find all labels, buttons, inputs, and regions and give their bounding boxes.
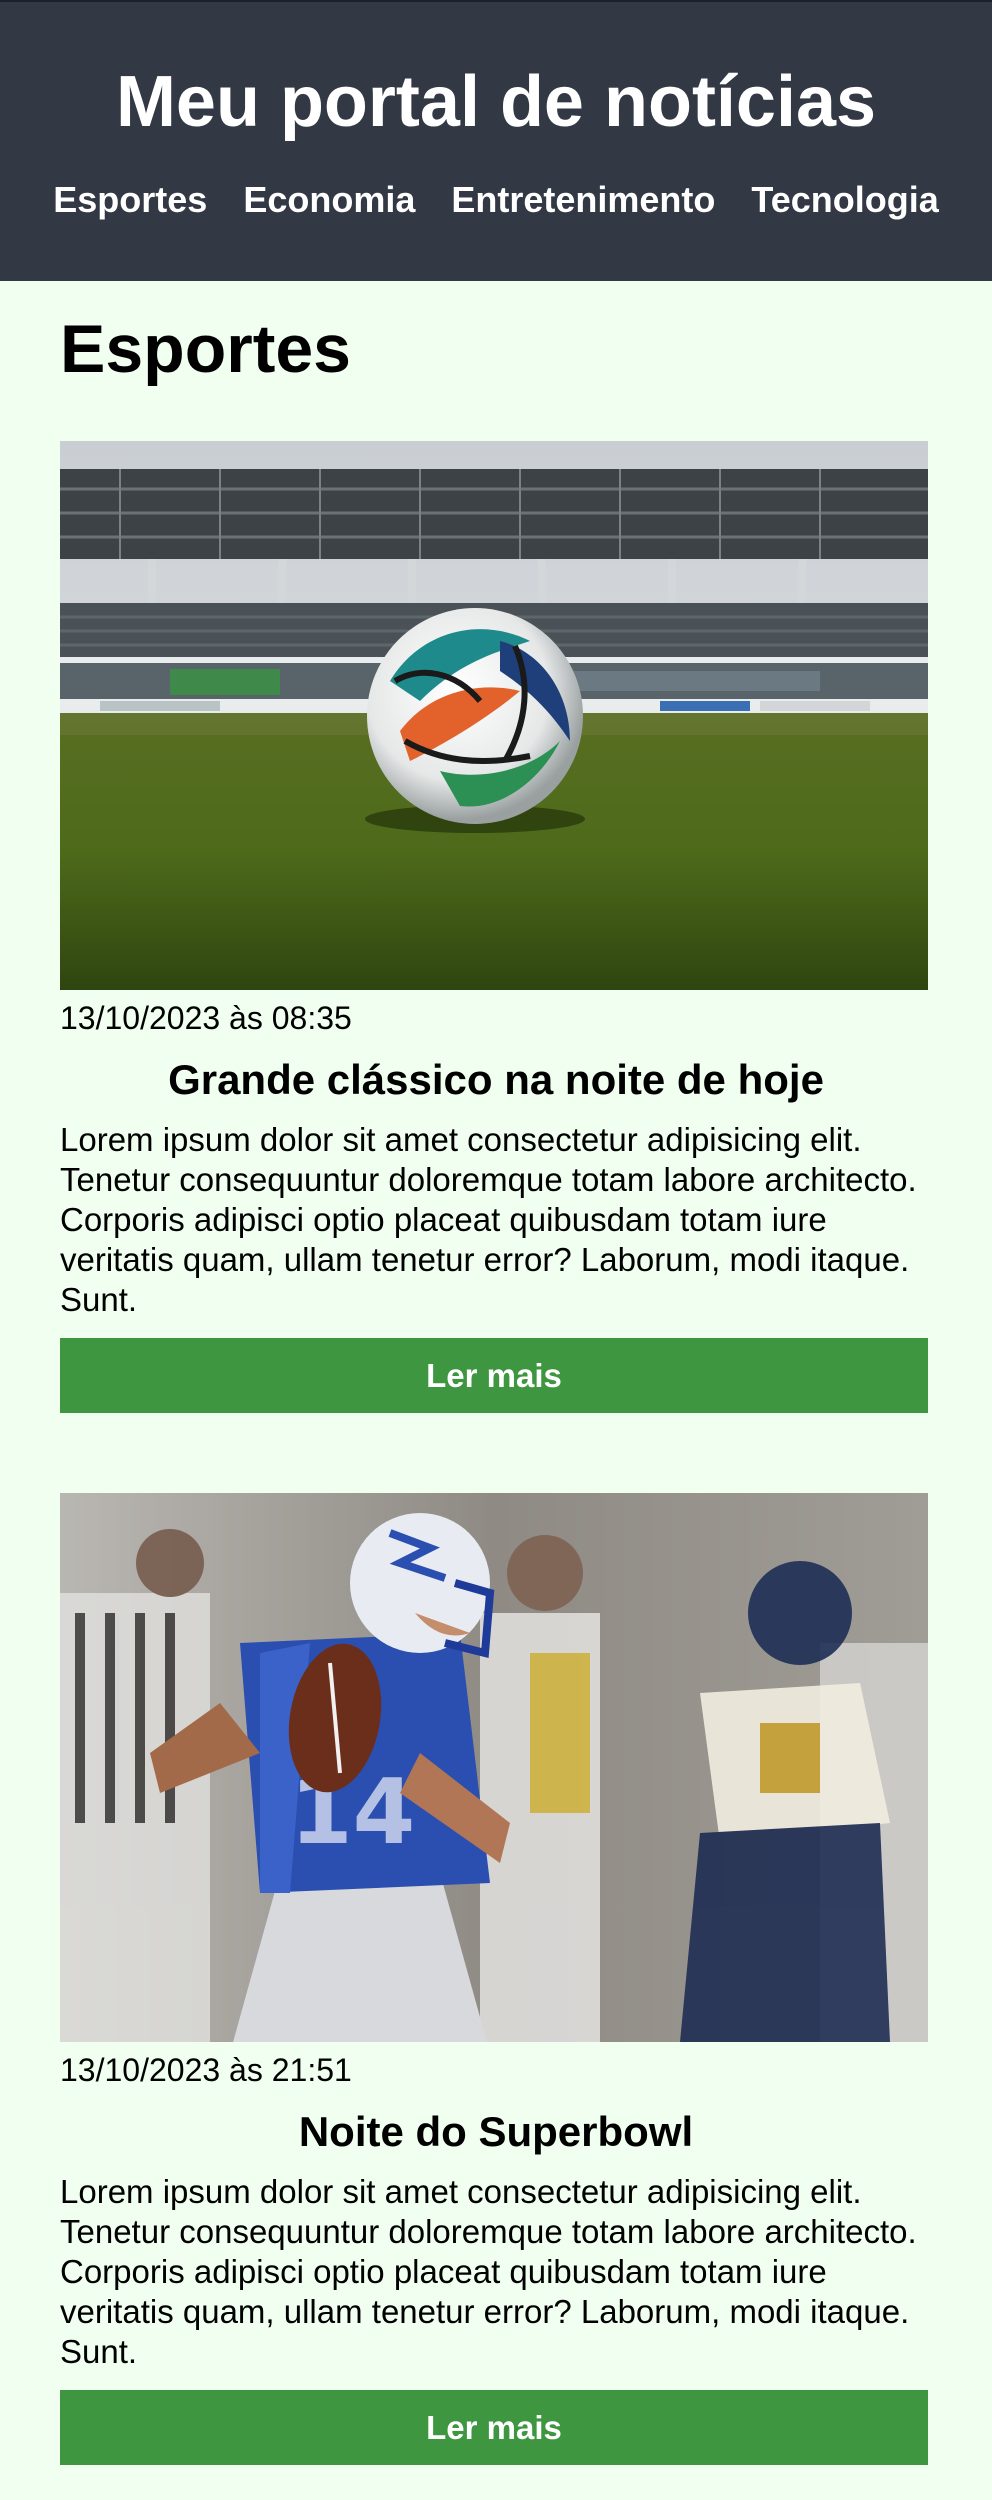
nav-economia[interactable]: Economia: [243, 180, 415, 220]
article-text: Lorem ipsum dolor sit amet consectetur a…: [60, 2173, 917, 2370]
article-date: 13/10/2023 às 08:35: [60, 1000, 352, 1036]
article-title: Grande clássico na noite de hoje: [168, 1056, 824, 1103]
main-nav: Esportes Economia Entretenimento Tecnolo…: [0, 180, 992, 220]
nav-esportes[interactable]: Esportes: [53, 180, 207, 220]
site-header: Meu portal de notícias Esportes Economia…: [0, 0, 992, 281]
soccer-ball-stadium-photo: [60, 441, 928, 990]
main-content: Esportes 13/10/2023 às 08:35 Grande clás…: [0, 281, 992, 2465]
nav-tecnologia[interactable]: Tecnologia: [751, 180, 938, 220]
read-more-button[interactable]: Ler mais: [60, 2390, 928, 2465]
article-title: Noite do Superbowl: [298, 2108, 694, 2155]
news-article: 14 13/10/2023 às 21:51 Noite do Superbow…: [60, 1493, 932, 2465]
site-title: Meu portal de notícias: [115, 62, 877, 142]
section-title: Esportes: [60, 311, 351, 387]
american-football-quarterback-photo: 14: [60, 1493, 928, 2042]
news-article: 13/10/2023 às 08:35 Grande clássico na n…: [60, 441, 932, 1413]
article-text: Lorem ipsum dolor sit amet consectetur a…: [60, 1121, 917, 1318]
read-more-button[interactable]: Ler mais: [60, 1338, 928, 1413]
nav-entretenimento[interactable]: Entretenimento: [451, 180, 715, 220]
article-date: 13/10/2023 às 21:51: [60, 2052, 352, 2088]
